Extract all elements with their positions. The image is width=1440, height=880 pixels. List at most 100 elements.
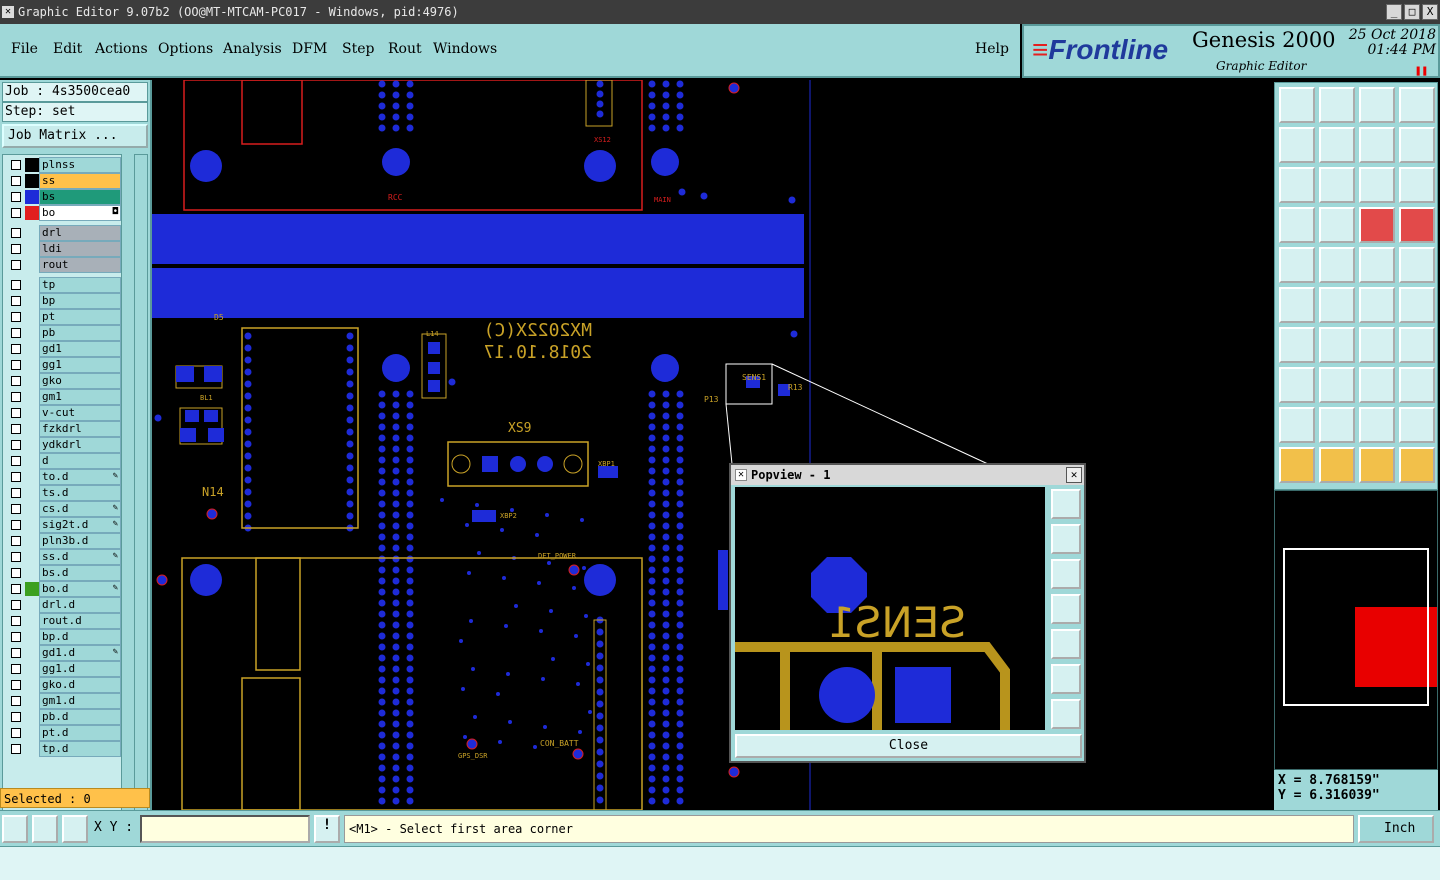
line-tool-icon[interactable] [1279,327,1315,363]
menu-analysis[interactable]: Analysis [223,41,282,57]
popview-canvas[interactable]: SENS1 [735,487,1045,730]
menu-edit[interactable]: Edit [53,41,82,57]
poly-a-tool-icon[interactable] [1279,407,1315,443]
layer-checkbox[interactable] [11,472,21,482]
popview-pan-left-button[interactable] [1051,594,1081,624]
layer-checkbox[interactable] [11,696,21,706]
layer-row[interactable]: bp.d [5,629,121,645]
layer-row[interactable]: drl.d [5,597,121,613]
layer-row[interactable]: pb.d [5,709,121,725]
layer-checkbox[interactable] [11,456,21,466]
layer-row[interactable]: pln3b.d [5,533,121,549]
popview-zoom-in-button[interactable] [1051,489,1081,519]
popview-close-button[interactable]: Close [735,734,1082,758]
mirror-tool-icon[interactable] [1399,327,1435,363]
layer-checkbox[interactable] [11,536,21,546]
layer-row[interactable]: gm1 [5,389,121,405]
menu-step[interactable]: Step [342,41,374,57]
graphic-canvas[interactable]: MX2022X(C) 2018.10.17 XS9 N14 SENS1 P13 … [152,80,1272,810]
layer-row[interactable]: bs [5,189,121,205]
menu-dfm[interactable]: DFM [292,41,327,57]
layer-checkbox[interactable] [11,344,21,354]
layer-row[interactable]: gm1.d [5,693,121,709]
layer-row[interactable]: tp [5,277,121,293]
layer-checkbox[interactable] [11,244,21,254]
pcb-view[interactable]: MX2022X(C) 2018.10.17 XS9 N14 SENS1 P13 … [152,80,1272,810]
popview-pan-right-button[interactable] [1051,629,1081,659]
layer-row[interactable]: gko.d [5,677,121,693]
layer-checkbox[interactable] [11,280,21,290]
record-tool-icon[interactable] [1279,247,1315,283]
layer-checkbox[interactable] [11,296,21,306]
layer-row[interactable]: ss.d ✎ [5,549,121,565]
layer-checkbox[interactable] [11,176,21,186]
layer-checkbox[interactable] [11,680,21,690]
unit-selector[interactable]: Inch [1358,815,1434,843]
layer-checkbox[interactable] [11,312,21,322]
layer-row[interactable]: ss [5,173,121,189]
layer-checkbox[interactable] [11,632,21,642]
layer-checkbox[interactable] [11,600,21,610]
layer-checkbox[interactable] [11,488,21,498]
layer-row[interactable]: plnss [5,157,121,173]
pointer-edit-tool-icon[interactable] [1319,447,1355,483]
layer-checkbox[interactable] [11,552,21,562]
layer-row[interactable]: gko [5,373,121,389]
move-point-tool-icon[interactable] [1359,287,1395,323]
layer-row[interactable]: gd1 [5,341,121,357]
menu-actions[interactable]: Actions [95,41,148,57]
layer-row[interactable]: ts.d [5,485,121,501]
layer-checkbox[interactable] [11,568,21,578]
zoom-box-button[interactable] [2,815,28,843]
popview-close-icon[interactable]: ✕ [1066,467,1082,483]
layer-checkbox[interactable] [11,228,21,238]
layer-row[interactable]: sig2t.d ✎ [5,517,121,533]
layer-checkbox[interactable] [11,728,21,738]
layer-row[interactable]: bo ◘ [5,205,121,221]
layer-row[interactable]: rout [5,257,121,273]
key-tool-icon[interactable] [1319,207,1355,243]
menu-file[interactable]: File [11,41,38,57]
slice-tool-icon[interactable] [1319,367,1355,403]
layer-checkbox[interactable] [11,712,21,722]
arc-tool-icon[interactable] [1319,327,1355,363]
group-tool-icon[interactable] [1399,367,1435,403]
layer-row[interactable]: tp.d [5,741,121,757]
copy-tool-icon[interactable] [1279,367,1315,403]
open-step-tool-icon[interactable] [1279,87,1315,123]
layer-row[interactable]: to.d ✎ [5,469,121,485]
layer-row[interactable]: gd1.d ✎ [5,645,121,661]
view-window[interactable] [1355,607,1437,687]
menu-help[interactable]: Help [975,41,1009,57]
layer-row[interactable]: gg1.d [5,661,121,677]
layer-checkbox[interactable] [11,664,21,674]
help-tool-icon[interactable] [1399,167,1435,203]
move-right-tool-icon[interactable] [1319,127,1355,163]
redo-tool-icon[interactable] [1399,127,1435,163]
layer-row[interactable]: gg1 [5,357,121,373]
layer-row[interactable]: cs.d ✎ [5,501,121,517]
layer-row[interactable]: drl [5,225,121,241]
job-matrix-button[interactable]: Job Matrix ... [2,124,148,148]
maximize-button[interactable]: □ [1404,4,1420,20]
save-tool-icon[interactable] [1319,87,1355,123]
layer-checkbox[interactable] [11,208,21,218]
layer-checkbox[interactable] [11,504,21,514]
layer-checkbox[interactable] [11,376,21,386]
layer-checkbox[interactable] [11,408,21,418]
layer-row[interactable]: fzkdrl [5,421,121,437]
layer-checkbox[interactable] [11,648,21,658]
layer-row[interactable]: pt.d [5,725,121,741]
layer-row[interactable]: rout.d [5,613,121,629]
poly-d-tool-icon[interactable] [1399,407,1435,443]
layer-row[interactable]: v-cut [5,405,121,421]
layer-row[interactable]: pb [5,325,121,341]
pointer-rotate-tool-icon[interactable] [1359,447,1395,483]
layer-row[interactable]: ydkdrl [5,437,121,453]
popview-fit-button[interactable] [1051,664,1081,694]
feature-select-tool-icon[interactable] [1279,287,1315,323]
layer-checkbox[interactable] [11,520,21,530]
resize-tool-icon[interactable] [1359,367,1395,403]
draw-area-tool-icon[interactable] [1319,247,1355,283]
layer-checkbox[interactable] [11,584,21,594]
